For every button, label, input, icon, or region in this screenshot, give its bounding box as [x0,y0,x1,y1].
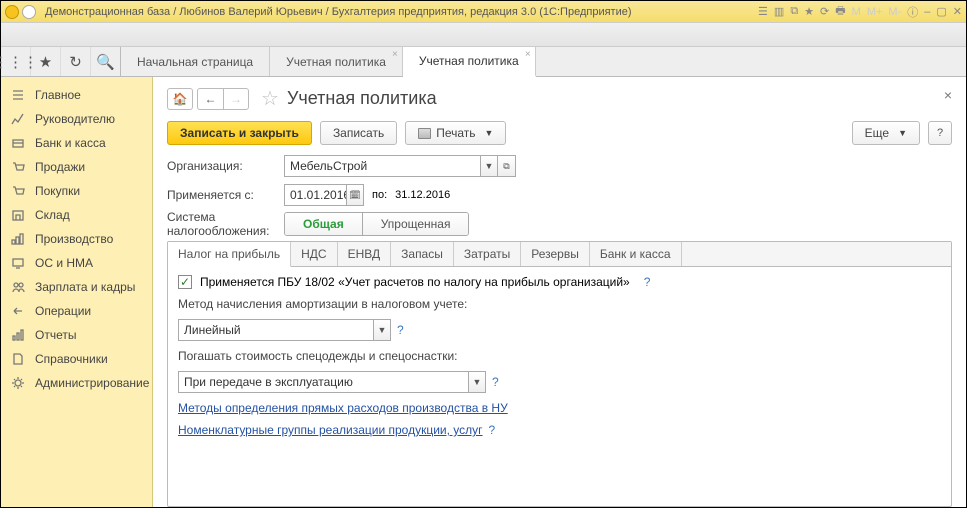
minimize-icon[interactable]: – [924,6,930,18]
page-title: Учетная политика [287,88,437,109]
back-button[interactable]: ← [197,88,223,110]
tax-system-toggle: Общая Упрощенная [284,212,469,236]
titlebar: Демонстрационная база / Любинов Валерий … [1,1,966,23]
sidebar-item-production[interactable]: Производство [1,227,152,251]
sidebar-item-bank[interactable]: Банк и касса [1,131,152,155]
tab-nds[interactable]: НДС [291,242,337,266]
amort-combo[interactable]: Линейный ▼ [178,319,391,341]
tax-simple-button[interactable]: Упрощенная [362,213,469,235]
applies-label: Применяется с: [167,188,284,202]
help-icon[interactable]: ? [492,375,499,389]
tab-reserves[interactable]: Резервы [521,242,590,266]
org-combo[interactable]: МебельСтрой ▼ ⧉ [284,155,516,177]
sidebar-item-operations[interactable]: Операции [1,299,152,323]
sidebar-item-assets[interactable]: ОС и НМА [1,251,152,275]
search-icon[interactable]: 🔍 [91,47,121,76]
write-button[interactable]: Записать [320,121,397,145]
write-and-close-button[interactable]: Записать и закрыть [167,121,312,145]
sidebar-item-main[interactable]: Главное [1,83,152,107]
link-direct-costs[interactable]: Методы определения прямых расходов произ… [178,401,508,415]
history-icon[interactable]: ↻ [61,47,91,76]
date-to: 31.12.2016 [395,189,450,201]
help-icon[interactable]: ? [397,323,404,337]
tab-bank[interactable]: Банк и касса [590,242,682,266]
sidebar-item-catalogs[interactable]: Справочники [1,347,152,371]
apps-icon[interactable]: ⋮⋮⋮ [1,47,31,76]
tb-icon-4[interactable]: ★ [804,5,814,18]
tax-system-label: Система налогообложения: [167,210,284,238]
close-content-icon[interactable]: × [944,87,952,103]
tabstrip: ⋮⋮⋮ ★ ↻ 🔍 Начальная страница Учетная пол… [1,47,966,77]
app-icon [5,5,19,19]
sidebar-item-manager[interactable]: Руководителю [1,107,152,131]
menubar [1,23,966,47]
tb-icon-m[interactable]: M [852,6,861,18]
tab-accounting-policy-2[interactable]: Учетная политика× [403,47,536,77]
pbu-checkbox[interactable]: ✓ [178,275,192,289]
pbu-label: Применяется ПБУ 18/02 «Учет расчетов по … [200,275,630,289]
tab-start[interactable]: Начальная страница [121,47,270,76]
chevron-down-icon[interactable]: ▼ [468,371,486,393]
help-icon[interactable]: ? [644,275,651,289]
tb-icon-mp[interactable]: M+ [867,6,883,18]
link-nomenclature[interactable]: Номенклатурные группы реализации продукц… [178,423,483,437]
close-window-icon[interactable]: ✕ [953,5,962,18]
sidebar-item-sales[interactable]: Продажи [1,155,152,179]
spets-label: Погашать стоимость спецодежды и спецосна… [178,349,941,363]
tb-icon-6[interactable]: 🖶 [835,2,845,21]
sidebar-item-admin[interactable]: Администрирование [1,371,152,395]
spets-combo[interactable]: При передаче в эксплуатацию ▼ [178,371,486,393]
form-tabs: Налог на прибыль НДС ЕНВД Запасы Затраты… [168,242,951,267]
sidebar-item-reports[interactable]: Отчеты [1,323,152,347]
sidebar-item-payroll[interactable]: Зарплата и кадры [1,275,152,299]
window-title: Демонстрационная база / Любинов Валерий … [45,6,632,18]
tax-general-button[interactable]: Общая [285,213,362,235]
tb-icon-2[interactable]: ▥ [774,5,784,18]
date-from[interactable]: 01.01.2016 🗓 [284,184,364,206]
tab-costs[interactable]: Затраты [454,242,521,266]
calendar-icon[interactable]: 🗓 [346,184,364,206]
more-button[interactable]: Еще▼ [852,121,920,145]
help-button[interactable]: ? [928,121,952,145]
open-ref-icon[interactable]: ⧉ [498,155,516,177]
sidebar-item-warehouse[interactable]: Склад [1,203,152,227]
close-icon[interactable]: × [392,50,398,60]
star-icon[interactable]: ☆ [261,86,279,111]
favorites-icon[interactable]: ★ [31,47,61,76]
printer-icon [418,128,431,139]
forward-button[interactable]: → [223,88,249,110]
amort-label: Метод начисления амортизации в налоговом… [178,297,941,311]
tb-icon-3[interactable]: ⧉ [790,5,798,18]
sidebar-item-purchases[interactable]: Покупки [1,179,152,203]
maximize-icon[interactable]: ▢ [936,5,946,18]
close-icon[interactable]: × [525,50,531,60]
chevron-down-icon[interactable]: ▼ [480,155,498,177]
chevron-down-icon[interactable]: ▼ [373,319,391,341]
to-label: по: [372,189,387,201]
tb-icon-mm[interactable]: M- [888,6,901,18]
tab-stock[interactable]: Запасы [391,242,454,266]
dropdown-icon[interactable] [22,5,36,19]
tb-icon-5[interactable]: ⟳ [820,5,829,18]
org-label: Организация: [167,159,284,173]
tab-envd[interactable]: ЕНВД [338,242,392,266]
help-icon[interactable]: ? [489,423,496,437]
tab-profit-tax[interactable]: Налог на прибыль [168,242,291,267]
sidebar: Главное Руководителю Банк и касса Продаж… [1,77,153,507]
tb-icon-1[interactable]: ☰ [758,5,768,18]
tab-accounting-policy-1[interactable]: Учетная политика× [270,47,403,76]
org-input[interactable]: МебельСтрой [284,155,480,177]
home-button[interactable]: 🏠 [167,88,193,110]
tb-icon-info[interactable]: ⓘ [907,4,918,20]
print-button[interactable]: Печать▼ [405,121,506,145]
